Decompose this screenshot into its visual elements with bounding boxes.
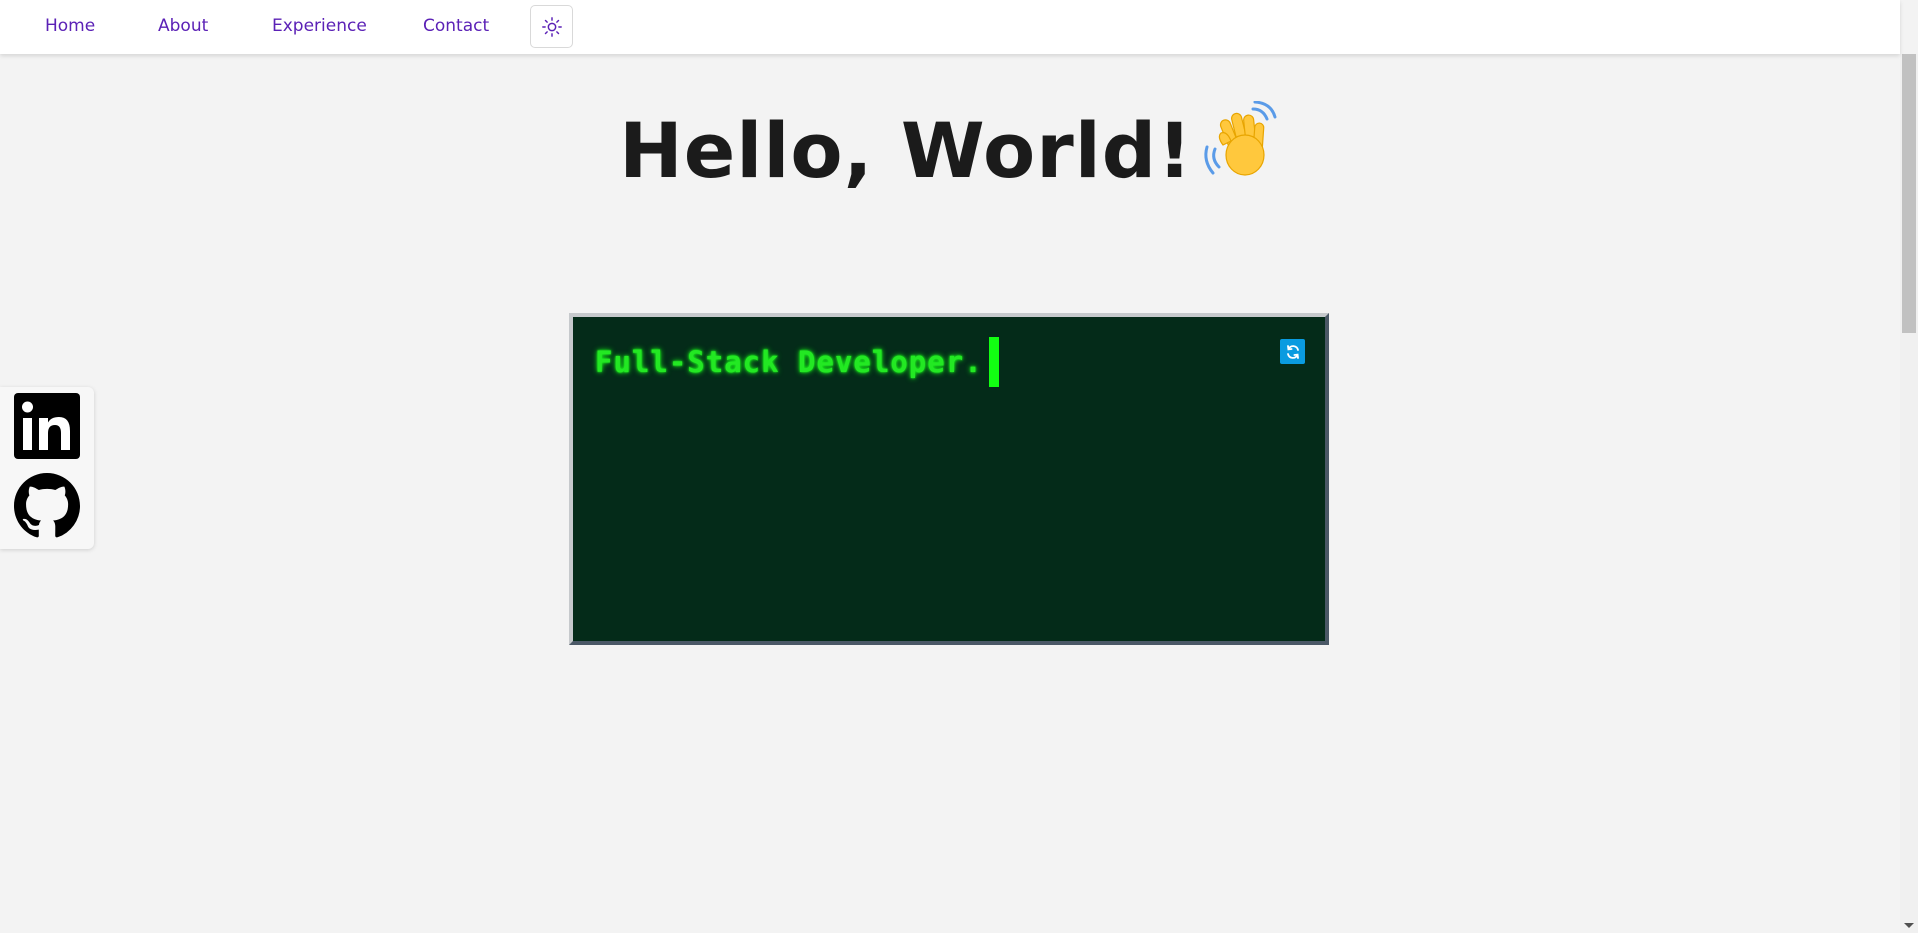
nav-link-experience[interactable]: Experience (272, 16, 367, 36)
vertical-scrollbar[interactable] (1900, 54, 1918, 933)
waving-hand-icon (1201, 100, 1281, 202)
refresh-button[interactable] (1280, 339, 1305, 364)
refresh-icon (1286, 344, 1299, 359)
sun-icon (541, 16, 562, 37)
theme-toggle-button[interactable] (530, 5, 573, 48)
hero-heading: Hello, World! (0, 100, 1900, 202)
nav-link-contact[interactable]: Contact (423, 16, 489, 36)
scrollbar-thumb[interactable] (1902, 54, 1916, 333)
terminal-window: Full-Stack Developer. (569, 313, 1329, 645)
linkedin-icon (14, 393, 80, 459)
github-link[interactable] (14, 473, 80, 539)
linkedin-link[interactable] (14, 393, 80, 459)
top-navbar: Home About Experience Contact (0, 0, 1900, 54)
scroll-down-arrow-icon[interactable] (1904, 923, 1914, 928)
terminal-output: Full-Stack Developer. (595, 337, 999, 387)
github-icon (14, 473, 80, 538)
hero-title-text: Hello, World! (619, 106, 1193, 195)
terminal-text: Full-Stack Developer. (595, 345, 983, 379)
nav-link-home[interactable]: Home (45, 16, 95, 36)
social-sidebar (0, 387, 94, 549)
terminal-cursor (988, 337, 999, 387)
nav-link-about[interactable]: About (158, 16, 208, 36)
